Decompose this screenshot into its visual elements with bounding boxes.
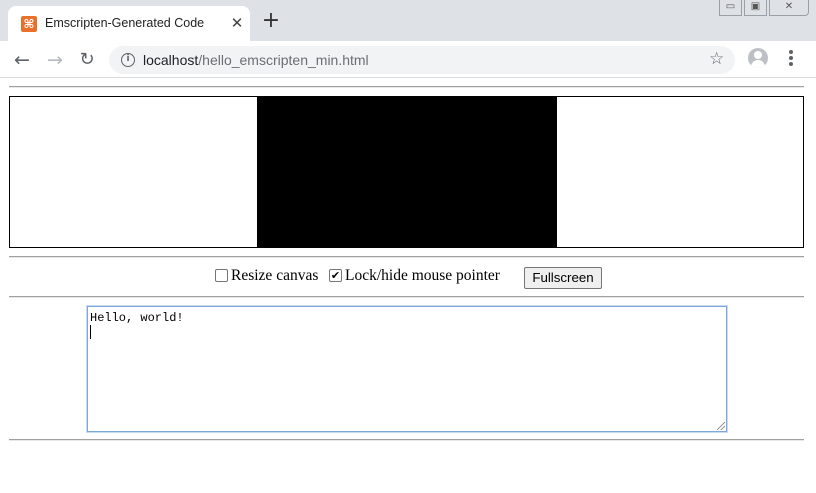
controls-row: Resize canvas ✔ Lock/hide mouse pointer … xyxy=(0,265,816,289)
output-textarea[interactable]: Hello, world! xyxy=(86,305,728,433)
url-path: /hello_emscripten_min.html xyxy=(198,52,369,68)
window-maximize-button[interactable]: ▣ xyxy=(744,0,767,16)
page-content: Resize canvas ✔ Lock/hide mouse pointer … xyxy=(0,78,816,493)
window-minimize-button[interactable]: ▭ xyxy=(719,0,742,16)
menu-dots-icon[interactable] xyxy=(783,50,799,68)
divider-top xyxy=(9,86,804,88)
tab-close-icon[interactable]: ✕ xyxy=(229,15,245,31)
resize-canvas-label[interactable]: Resize canvas xyxy=(231,267,318,285)
bookmark-star-icon[interactable]: ☆ xyxy=(709,49,724,69)
back-arrow-icon[interactable]: ← xyxy=(10,48,34,72)
resize-grip-icon[interactable] xyxy=(717,422,725,430)
forward-arrow-icon[interactable]: → xyxy=(43,48,67,72)
canvas-frame xyxy=(9,96,804,248)
lock-pointer-checkbox[interactable]: ✔ xyxy=(329,269,342,282)
lock-pointer-label[interactable]: Lock/hide mouse pointer xyxy=(345,267,500,285)
divider-bottom xyxy=(9,439,804,441)
url-host: localhost xyxy=(143,52,199,68)
text-caret xyxy=(90,325,91,339)
new-tab-button[interactable]: + xyxy=(260,10,282,32)
window-close-button[interactable]: ✕ xyxy=(769,0,809,16)
fullscreen-button[interactable]: Fullscreen xyxy=(524,267,602,289)
divider-after-controls xyxy=(9,296,804,298)
resize-canvas-checkbox[interactable] xyxy=(215,269,228,282)
emscripten-favicon-icon: ⌘ xyxy=(21,16,37,32)
tab-strip: ⌘ Emscripten-Generated Code ✕ + ▭ ▣ ✕ xyxy=(0,0,816,41)
browser-toolbar: ← → ↻ i localhost/hello_emscripten_min.h… xyxy=(0,41,816,78)
profile-avatar-icon[interactable] xyxy=(748,48,768,68)
reload-icon[interactable]: ↻ xyxy=(75,48,99,72)
url-text[interactable]: localhost/hello_emscripten_min.html xyxy=(143,52,369,68)
output-text: Hello, world! xyxy=(90,311,184,325)
emscripten-canvas[interactable] xyxy=(257,97,557,247)
address-bar[interactable]: i localhost/hello_emscripten_min.html ☆ xyxy=(109,46,735,74)
divider-after-canvas xyxy=(9,256,804,258)
site-info-icon[interactable]: i xyxy=(121,53,135,67)
browser-tab[interactable]: ⌘ Emscripten-Generated Code ✕ xyxy=(8,6,250,41)
tab-title: Emscripten-Generated Code xyxy=(45,16,205,30)
